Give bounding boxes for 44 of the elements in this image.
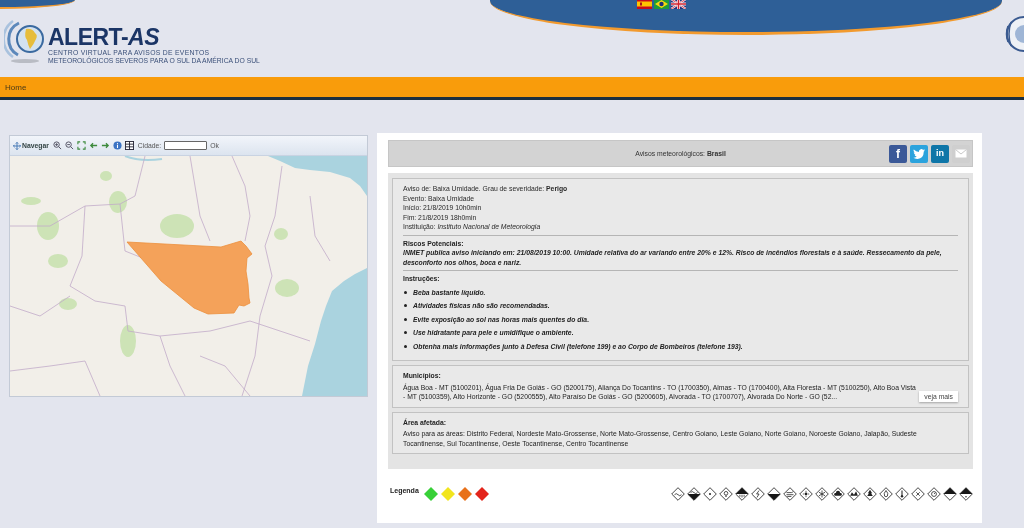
gauge-sign-icon (927, 487, 941, 501)
bullet-icon (404, 344, 407, 348)
half-filled-sign-icon (943, 487, 957, 501)
nav-link[interactable]: Home (5, 82, 27, 92)
mountain-sign-icon (847, 487, 861, 501)
move-icon (13, 141, 21, 150)
bullet-icon (404, 331, 407, 335)
grid-icon[interactable] (124, 141, 134, 150)
zoom-out-icon[interactable] (64, 141, 74, 150)
swirl-globe-icon (4, 18, 46, 64)
dot-sign-icon (703, 487, 717, 501)
right-arrow-icon[interactable] (100, 141, 110, 150)
thermometer-sign-icon (895, 487, 909, 501)
bullet-icon (404, 317, 407, 321)
bullet-icon (404, 290, 407, 294)
bird-icon (913, 148, 925, 159)
bullet-icon (404, 304, 407, 308)
cross-sign-icon (911, 487, 925, 501)
info-icon[interactable] (112, 141, 122, 150)
linkedin-button[interactable]: in (931, 144, 949, 163)
half-filled-sign-icon (767, 487, 781, 501)
lightning-sign-icon (751, 487, 765, 501)
brazilian-flag-icon[interactable] (654, 0, 669, 9)
cloud-sign-icon (831, 487, 845, 501)
zoom-in-icon[interactable] (52, 141, 62, 150)
envelope-icon (955, 149, 967, 158)
logo-title: ALERT-AS (48, 26, 161, 48)
spanish-flag-icon[interactable] (637, 0, 652, 9)
bulb-sign-icon (719, 487, 733, 501)
snowflake-sign-icon (815, 487, 829, 501)
water-level-sign-icon (687, 487, 701, 501)
expand-icon[interactable] (76, 141, 86, 150)
british-flag-icon[interactable] (671, 0, 686, 9)
left-arrow-icon[interactable] (88, 141, 98, 150)
twitter-button[interactable] (910, 144, 928, 163)
half-filled-sign-icon (959, 487, 973, 501)
sun-sign-icon (799, 487, 813, 501)
tree-sign-icon (863, 487, 877, 501)
wind-sign-icon (783, 487, 797, 501)
wave-sign-icon (671, 487, 685, 501)
city-input[interactable] (164, 141, 208, 150)
flame-sign-icon (879, 487, 893, 501)
facebook-button[interactable]: f (889, 144, 907, 163)
rain-sign-icon (735, 487, 749, 501)
